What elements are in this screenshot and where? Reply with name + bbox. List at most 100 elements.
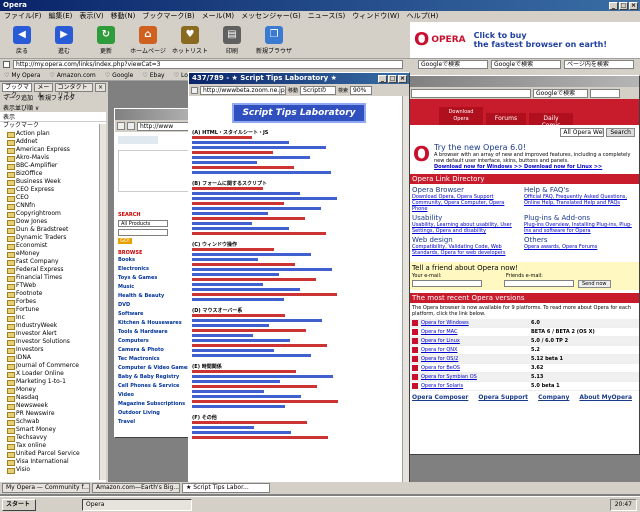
panel-tab[interactable]: ブックマーク (2, 82, 33, 99)
directory-heading[interactable]: Usability (412, 214, 521, 222)
amazon-category-link[interactable]: DVD (118, 301, 196, 310)
footer-link[interactable]: Opera Support (478, 394, 528, 401)
directory-links[interactable]: Opera awards, Opera Forums (524, 244, 633, 250)
menu-item[interactable]: メール(M) (202, 11, 235, 22)
version-platform[interactable]: Opera for OS/2 (421, 355, 531, 363)
bookmark-item[interactable]: Dun & Bradstreet (0, 226, 106, 234)
bookmark-item[interactable]: CEO Express (0, 186, 106, 194)
address-input[interactable]: http://my.opera.com/links/index.php?view… (13, 60, 403, 69)
panel-tab[interactable]: × (94, 82, 106, 92)
amazon-category-link[interactable]: Health & Beauty (118, 292, 196, 301)
start-button[interactable]: スタート (2, 498, 36, 511)
stl-url-input[interactable]: http://wwwbeta.zoom.ne.jp/~sekiyu/ (200, 85, 286, 95)
bookmark-item[interactable]: Marketing 1-to-1 (0, 378, 106, 386)
print-button[interactable]: ▤ 印刷 (214, 25, 250, 55)
menu-item[interactable]: ファイル(F) (4, 11, 42, 22)
bookmark-item[interactable]: Investor Solutions (0, 338, 106, 346)
bookmark-item[interactable]: Investor Alert (0, 330, 106, 338)
bookmark-root[interactable]: ブックマーク (0, 122, 106, 130)
download-opera-tab[interactable]: Download Opera (439, 107, 483, 125)
directory-links[interactable]: Usability, Learning about usability, Use… (412, 222, 521, 234)
your-email-input[interactable] (412, 280, 482, 287)
amazon-category-link[interactable]: Outdoor Living (118, 409, 196, 418)
back-arrow-button[interactable]: ◀ 戻る (4, 25, 40, 55)
menu-item[interactable]: 移動(N) (111, 11, 136, 22)
bookmark-item[interactable]: Techsavvy (0, 434, 106, 442)
directory-heading[interactable]: Others (524, 236, 633, 244)
amazon-category-link[interactable]: Magazine Subscriptions (118, 400, 196, 409)
personal-bar-link[interactable]: ♡ Amazon.com (49, 72, 95, 79)
stl-link-row[interactable] (192, 298, 406, 303)
amazon-category-link[interactable]: Video (118, 391, 196, 400)
bookmark-item[interactable]: Inc (0, 314, 106, 322)
bookmark-item[interactable]: Fortune (0, 306, 106, 314)
bookmark-item[interactable]: Federal Express (0, 266, 106, 274)
stl-link-row[interactable] (192, 354, 406, 359)
amazon-category-link[interactable]: Tec Mactronics (118, 355, 196, 364)
footer-link[interactable]: About MyOpera (579, 394, 632, 401)
opera-search-button[interactable]: Search (606, 127, 635, 137)
home-button[interactable]: ⌂ ホームページ (130, 25, 166, 55)
bookmark-item[interactable]: BBC-Amplifier (0, 162, 106, 170)
amazon-category-link[interactable]: Camera & Photo (118, 346, 196, 355)
opera-url[interactable] (411, 88, 531, 98)
maximize-button[interactable]: □ (619, 1, 628, 10)
directory-heading[interactable]: Web design (412, 236, 521, 244)
directory-heading[interactable]: Help & FAQ's (524, 186, 633, 194)
bookmark-item[interactable]: Investors (0, 346, 106, 354)
bookmark-item[interactable]: American Express (0, 146, 106, 154)
bookmark-item[interactable]: Dow Jones (0, 218, 106, 226)
bookmark-item[interactable]: FTWeb (0, 282, 106, 290)
add-bookmark-button[interactable]: マーク追加 (3, 93, 33, 102)
version-platform[interactable]: Opera for BeOS (421, 364, 531, 372)
new-folder-button[interactable]: 新規フォルダ (39, 93, 75, 102)
stl-zoom-input[interactable]: 90% (350, 85, 373, 95)
amazon-category-link[interactable]: Electronics (118, 265, 196, 274)
lock-icon[interactable] (127, 122, 135, 130)
find-in-page-input[interactable]: ページ内を検索 (564, 60, 634, 69)
bookmark-item[interactable]: Footnote (0, 290, 106, 298)
stl-reload-icon[interactable] (191, 86, 198, 94)
stl-move-button[interactable]: 移動 (288, 87, 298, 94)
stl-maximize-button[interactable]: □ (388, 74, 397, 83)
amazon-category-link[interactable]: Kitchen & Housewares (118, 319, 196, 328)
directory-links[interactable]: Plug-ins Overview, Installing Plug-ins, … (524, 222, 633, 234)
script-tips-window[interactable]: 437/789 - ★ Script Tips Laboratory ★ _ □ ×… (188, 72, 410, 484)
menu-item[interactable]: 表示(V) (79, 11, 103, 22)
amazon-category-link[interactable]: Baby & Baby Registry (118, 373, 196, 382)
footer-link[interactable]: Opera Composer (412, 394, 468, 401)
amazon-search-input[interactable] (118, 229, 168, 236)
opera-task-button[interactable]: Opera (82, 498, 192, 511)
amazon-category-link[interactable]: Computers (118, 337, 196, 346)
amazon-category-link[interactable]: Tools & Hardware (118, 328, 196, 337)
bookmark-item[interactable]: PR Newswire (0, 410, 106, 418)
bookmark-item[interactable]: Copyrightroom (0, 210, 106, 218)
bookmark-item[interactable]: Visio (0, 466, 106, 474)
bookmark-item[interactable]: Business Week (0, 178, 106, 186)
new-window-button[interactable]: ❐ 新規ブラウザ (256, 25, 292, 55)
amazon-category-link[interactable]: Travel (118, 418, 196, 427)
version-platform[interactable]: Opera for Solaris (421, 382, 531, 390)
directory-links[interactable]: Download Opera, Opera Support Community,… (412, 194, 521, 212)
amazon-category-link[interactable]: Cell Phones & Service (118, 382, 196, 391)
bookmark-item[interactable]: Visa International (0, 458, 106, 466)
reload-icon[interactable] (117, 122, 125, 130)
send-now-button[interactable]: Send now (578, 280, 611, 288)
version-platform[interactable]: Opera for Symbian OS (421, 373, 531, 381)
directory-heading[interactable]: Opera Browser (412, 186, 521, 194)
opera-zoom-input[interactable] (590, 88, 620, 98)
bookmark-item[interactable]: Nasdaq (0, 394, 106, 402)
bookmark-item[interactable]: BizOffice (0, 170, 106, 178)
google-search-input[interactable]: Googleで検索 (418, 60, 488, 69)
category-dropdown[interactable]: All Products (118, 220, 168, 227)
amazon-category-link[interactable]: Music (118, 283, 196, 292)
opera-search-select[interactable]: All Opera Web (560, 127, 605, 137)
personal-bar-link[interactable]: ♡ Ebay (142, 72, 164, 79)
panel-scrollbar[interactable] (99, 124, 106, 480)
sort-dropdown[interactable]: 表示並び順 ∨ (3, 103, 39, 112)
stl-link-row[interactable] (192, 436, 406, 441)
bookmark-item[interactable]: CNNfn (0, 202, 106, 210)
version-platform[interactable]: Opera for MAC (421, 328, 531, 336)
panel-tab[interactable]: コンタクトリスト (54, 82, 93, 99)
friend-email-input[interactable] (504, 280, 574, 287)
